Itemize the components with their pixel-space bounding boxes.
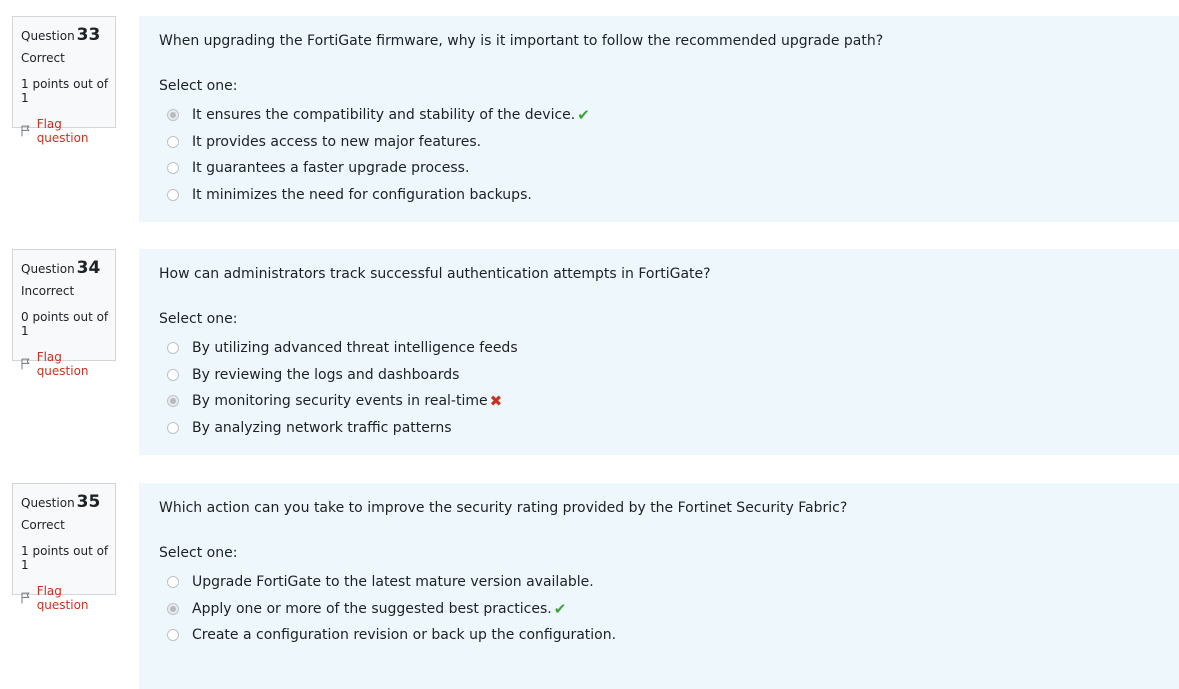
question-grade: 0 points out of 1: [21, 310, 109, 338]
answer-option[interactable]: It ensures the compatibility and stabili…: [167, 102, 590, 129]
question-state: Correct: [21, 518, 65, 532]
answer-options: By utilizing advanced threat intelligenc…: [167, 335, 518, 441]
option-label: By utilizing advanced threat intelligenc…: [192, 340, 518, 357]
flag-question-link[interactable]: Flag question: [21, 117, 115, 145]
question-info: Question 33 Correct 1 points out of 1 Fla…: [12, 16, 116, 145]
answer-option[interactable]: By monitoring security events in real-ti…: [167, 388, 518, 415]
flag-question-label: Flag question: [36, 350, 89, 378]
option-label: It ensures the compatibility and stabili…: [192, 107, 576, 124]
flag-icon: [21, 125, 30, 137]
question-grade: 1 points out of 1: [21, 544, 109, 572]
flag-question-label: Flag question: [36, 117, 89, 145]
question-number: Question 35: [21, 492, 115, 512]
option-label: It guarantees a faster upgrade process.: [192, 160, 470, 177]
question-state: Incorrect: [21, 284, 75, 298]
cross-icon: ✖: [489, 392, 503, 411]
option-label: By reviewing the logs and dashboards: [192, 366, 460, 383]
option-label: It provides access to new major features…: [192, 133, 482, 150]
answer-options: It ensures the compatibility and stabili…: [167, 102, 590, 208]
radio-button[interactable]: [167, 421, 179, 434]
option-label: Apply one or more of the suggested best …: [192, 600, 552, 617]
option-label: It minimizes the need for configuration …: [192, 186, 532, 203]
flag-icon: [21, 592, 30, 604]
flag-icon: [21, 358, 30, 370]
answer-option[interactable]: By reviewing the logs and dashboards: [167, 362, 518, 389]
question-text: Which action can you take to improve the…: [159, 500, 848, 516]
question-text: When upgrading the FortiGate firmware, w…: [159, 33, 884, 49]
option-label: Upgrade FortiGate to the latest mature v…: [192, 574, 594, 591]
flag-question-label: Flag question: [36, 584, 89, 612]
radio-button[interactable]: [167, 629, 179, 642]
radio-button[interactable]: [167, 188, 179, 201]
radio-button[interactable]: [167, 109, 179, 122]
answer-option[interactable]: It provides access to new major features…: [167, 129, 590, 156]
radio-button[interactable]: [167, 135, 179, 148]
flag-question-link[interactable]: Flag question: [21, 350, 115, 378]
question-number: Question 33: [21, 25, 115, 45]
option-label: By analyzing network traffic patterns: [192, 419, 452, 436]
check-icon: ✔: [577, 106, 590, 125]
answer-prompt: Select one:: [159, 545, 238, 561]
question-state: Correct: [21, 51, 65, 65]
question-grade: 1 points out of 1: [21, 77, 109, 105]
flag-question-link[interactable]: Flag question: [21, 584, 115, 612]
question-prefix: Question: [21, 496, 75, 510]
answer-option[interactable]: By utilizing advanced threat intelligenc…: [167, 335, 518, 362]
answer-options: Upgrade FortiGate to the latest mature v…: [167, 569, 616, 649]
answer-option[interactable]: Create a configuration revision or back …: [167, 622, 616, 649]
answer-prompt: Select one:: [159, 311, 238, 327]
radio-button[interactable]: [167, 368, 179, 381]
option-label: By monitoring security events in real-ti…: [192, 393, 488, 410]
answer-option[interactable]: It guarantees a faster upgrade process.: [167, 155, 590, 182]
radio-button[interactable]: [167, 576, 179, 589]
question-content: Which action can you take to improve the…: [139, 483, 1179, 689]
radio-button[interactable]: [167, 395, 179, 408]
answer-option[interactable]: It minimizes the need for configuration …: [167, 182, 590, 209]
question-number-value: 35: [76, 492, 101, 512]
question-content: How can administrators track successful …: [139, 249, 1179, 455]
radio-button[interactable]: [167, 162, 179, 175]
question-info: Question 34 Incorrect 0 points out of 1 F…: [12, 249, 116, 378]
question-prefix: Question: [21, 29, 75, 43]
answer-prompt: Select one:: [159, 78, 238, 94]
option-label: Create a configuration revision or back …: [192, 627, 617, 644]
question-number: Question 34: [21, 258, 115, 278]
answer-option[interactable]: By analyzing network traffic patterns: [167, 415, 518, 442]
question-text: How can administrators track successful …: [159, 266, 711, 282]
answer-option[interactable]: Upgrade FortiGate to the latest mature v…: [167, 569, 616, 596]
question-number-value: 33: [76, 25, 101, 45]
question-number-value: 34: [76, 258, 101, 278]
radio-button[interactable]: [167, 602, 179, 615]
question-info: Question 35 Correct 1 points out of 1 Fla…: [12, 483, 116, 612]
question-prefix: Question: [21, 262, 75, 276]
answer-option[interactable]: Apply one or more of the suggested best …: [167, 596, 616, 623]
check-icon: ✔: [553, 599, 567, 618]
question-content: When upgrading the FortiGate firmware, w…: [139, 16, 1179, 222]
radio-button[interactable]: [167, 342, 179, 355]
